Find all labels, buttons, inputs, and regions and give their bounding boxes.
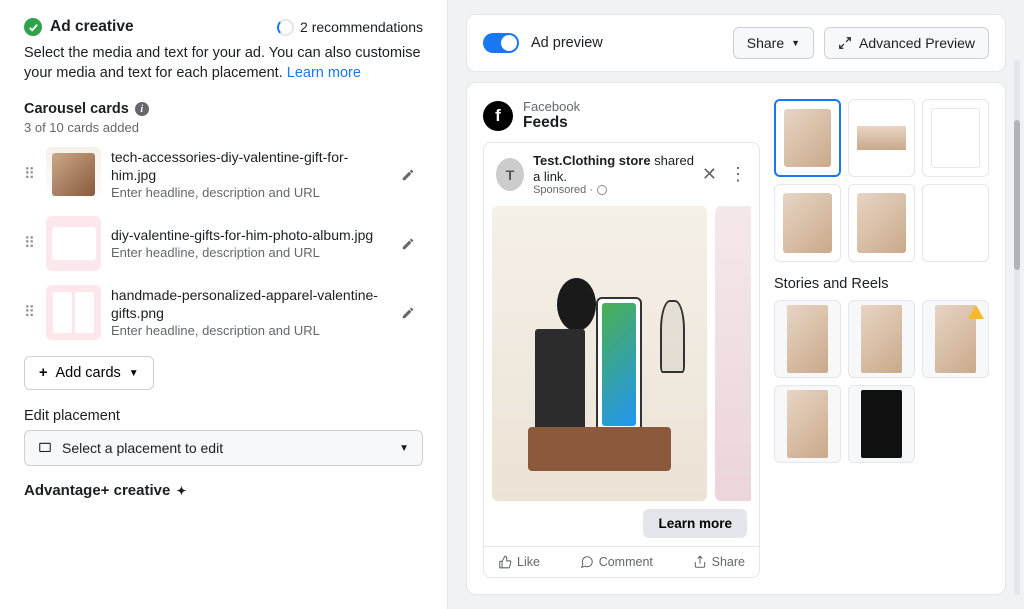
preview-toggle-label: Ad preview <box>531 35 603 51</box>
card-hint: Enter headline, description and URL <box>111 185 383 200</box>
advertiser-avatar: T <box>496 158 524 191</box>
feeds-tiles <box>774 99 989 262</box>
stories-reels-label: Stories and Reels <box>774 276 989 292</box>
preview-tile[interactable] <box>848 184 915 262</box>
edit-card-button[interactable] <box>393 229 423 259</box>
preview-tile[interactable] <box>774 300 841 378</box>
preview-tile[interactable] <box>922 300 989 378</box>
section-description: Select the media and text for your ad. Y… <box>24 44 423 83</box>
preview-tile[interactable] <box>922 99 989 177</box>
preview-body: f Facebook Feeds T Test.Clothing store s… <box>466 82 1006 595</box>
carousel-card: ⠿ tech-accessories-diy-valentine-gift-fo… <box>24 147 423 202</box>
globe-icon <box>597 185 607 195</box>
card-thumbnail[interactable] <box>46 147 101 202</box>
ad-footer: Like Comment Share <box>484 546 759 577</box>
section-header: Ad creative 2 recommendations <box>24 18 423 36</box>
section-title: Ad creative <box>50 18 134 36</box>
advantage-creative-label: Advantage+ creative ✦ <box>24 482 423 499</box>
stories-tiles <box>774 300 989 463</box>
chevron-down-icon: ▼ <box>399 443 409 454</box>
ad-cta-row: Learn more <box>484 501 759 546</box>
edit-placement-label: Edit placement <box>24 408 423 424</box>
share-button[interactable]: Share ▼ <box>733 27 814 59</box>
platform-header: f Facebook Feeds <box>483 99 760 132</box>
card-hint: Enter headline, description and URL <box>111 323 383 338</box>
chevron-down-icon: ▼ <box>791 38 800 48</box>
card-hint: Enter headline, description and URL <box>111 245 383 260</box>
preview-tile[interactable] <box>848 385 915 463</box>
plus-icon: + <box>39 365 47 381</box>
checkmark-icon <box>24 18 42 36</box>
card-thumbnail[interactable] <box>46 285 101 340</box>
ad-image-primary <box>492 206 707 501</box>
card-filename: diy-valentine-gifts-for-him-photo-album.… <box>111 227 383 245</box>
preview-tile[interactable] <box>848 99 915 177</box>
sparkle-icon: ✦ <box>176 484 186 498</box>
recommendations-text: 2 recommendations <box>300 19 423 35</box>
placement-name: Feeds <box>523 114 580 132</box>
like-button[interactable]: Like <box>498 555 540 569</box>
preview-tile[interactable] <box>774 184 841 262</box>
card-text: diy-valentine-gifts-for-him-photo-album.… <box>111 227 383 261</box>
edit-card-button[interactable] <box>393 298 423 328</box>
carousel-card: ⠿ handmade-personalized-apparel-valentin… <box>24 285 423 340</box>
placement-icon <box>38 441 52 455</box>
preview-thumbnails: Stories and Reels <box>774 99 989 578</box>
share-icon <box>693 555 707 569</box>
right-panel: Ad preview Share ▼ Advanced Preview f Fa… <box>448 0 1024 609</box>
edit-card-button[interactable] <box>393 160 423 190</box>
carousel-card: ⠿ diy-valentine-gifts-for-him-photo-albu… <box>24 216 423 271</box>
card-text: tech-accessories-diy-valentine-gift-for-… <box>111 149 383 200</box>
warning-icon <box>968 305 984 319</box>
title-row: Ad creative <box>24 18 134 36</box>
spinner-icon <box>277 19 294 36</box>
like-icon <box>498 555 512 569</box>
ad-header: T Test.Clothing store shared a link. Spo… <box>484 143 759 206</box>
scrollbar[interactable] <box>1014 60 1020 595</box>
platform-name: Facebook <box>523 99 580 114</box>
close-icon[interactable]: ✕ <box>702 164 717 185</box>
preview-toggle-group: Ad preview <box>483 33 603 53</box>
comment-icon <box>580 555 594 569</box>
more-icon[interactable]: ⋮ <box>729 164 747 185</box>
ad-image-peek <box>715 206 751 501</box>
add-cards-button[interactable]: + Add cards ▼ <box>24 356 154 390</box>
comment-button[interactable]: Comment <box>580 555 653 569</box>
ad-header-right: ✕ ⋮ <box>702 164 747 185</box>
recommendations-link[interactable]: 2 recommendations <box>277 19 423 36</box>
preview-actions: Share ▼ Advanced Preview <box>733 27 989 59</box>
card-filename: tech-accessories-diy-valentine-gift-for-… <box>111 149 383 184</box>
cta-button[interactable]: Learn more <box>643 509 747 538</box>
drag-handle-icon[interactable]: ⠿ <box>24 172 36 178</box>
card-thumbnail[interactable] <box>46 216 101 271</box>
expand-icon <box>838 36 852 50</box>
info-icon[interactable]: i <box>135 102 149 116</box>
advanced-preview-button[interactable]: Advanced Preview <box>824 27 989 59</box>
advertiser-name-line: Test.Clothing store shared a link. <box>533 153 702 184</box>
share-button-footer[interactable]: Share <box>693 555 745 569</box>
learn-more-link[interactable]: Learn more <box>287 65 361 81</box>
ad-header-left: T Test.Clothing store shared a link. Spo… <box>496 153 702 196</box>
preview-tile[interactable] <box>774 99 841 177</box>
carousel-count: 3 of 10 cards added <box>24 120 423 135</box>
preview-tile[interactable] <box>922 184 989 262</box>
preview-main: f Facebook Feeds T Test.Clothing store s… <box>483 99 760 578</box>
left-panel: Ad creative 2 recommendations Select the… <box>0 0 448 609</box>
placement-select[interactable]: Select a placement to edit ▼ <box>24 430 423 466</box>
ad-carousel[interactable] <box>484 206 759 501</box>
preview-toggle[interactable] <box>483 33 519 53</box>
carousel-label: Carousel cards i <box>24 101 423 117</box>
preview-tile[interactable] <box>848 300 915 378</box>
preview-header: Ad preview Share ▼ Advanced Preview <box>466 14 1006 72</box>
card-text: handmade-personalized-apparel-valentine-… <box>111 287 383 338</box>
product-mock <box>510 226 689 471</box>
preview-tile[interactable] <box>774 385 841 463</box>
sponsored-line: Sponsored · <box>533 184 702 196</box>
ad-preview-card: T Test.Clothing store shared a link. Spo… <box>483 142 760 578</box>
drag-handle-icon[interactable]: ⠿ <box>24 310 36 316</box>
chevron-down-icon: ▼ <box>129 368 139 379</box>
drag-handle-icon[interactable]: ⠿ <box>24 241 36 247</box>
facebook-logo-icon: f <box>483 101 513 131</box>
card-filename: handmade-personalized-apparel-valentine-… <box>111 287 383 322</box>
